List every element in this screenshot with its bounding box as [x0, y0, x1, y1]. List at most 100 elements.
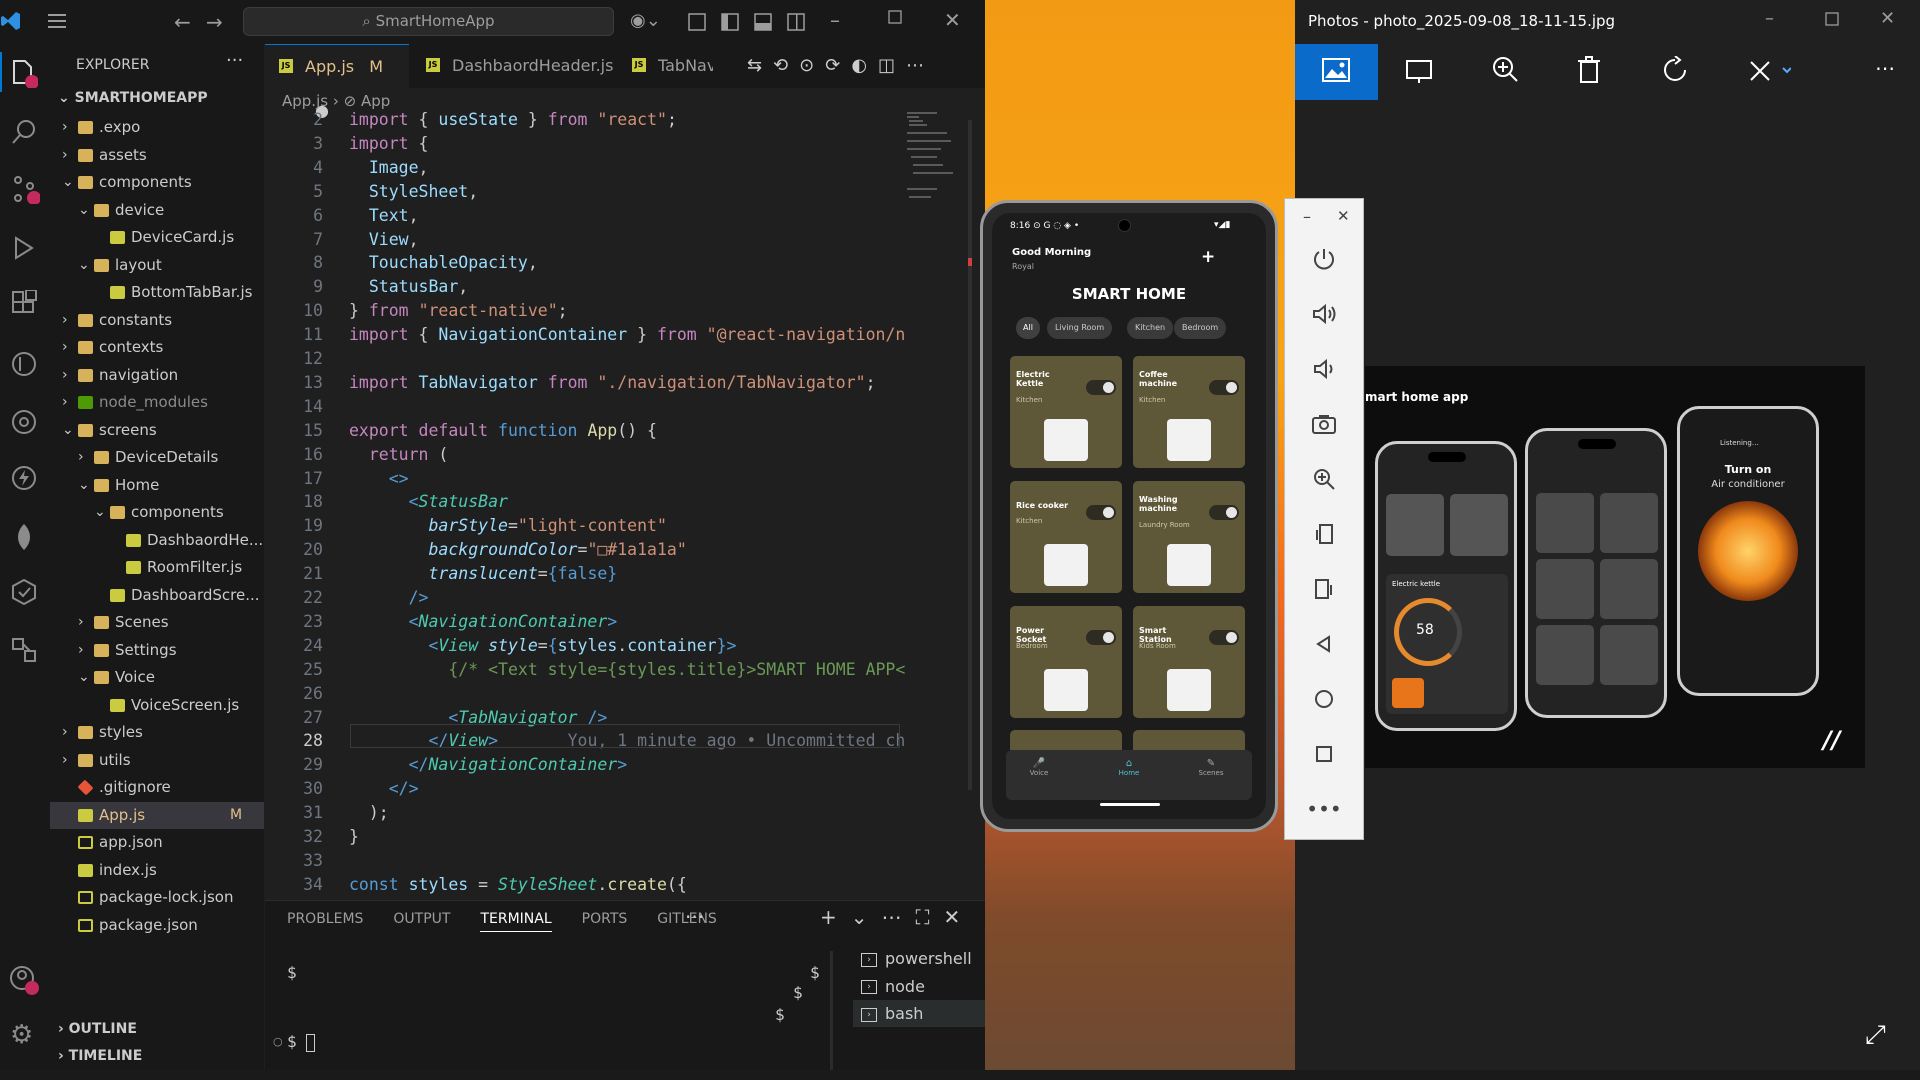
rotate-left-icon[interactable]: [1285, 514, 1363, 554]
workspace-root[interactable]: ⌄ SMARTHOMEAPP: [58, 90, 208, 106]
home-icon[interactable]: [1285, 679, 1363, 719]
volume-up-icon[interactable]: [1285, 294, 1363, 334]
tab-home[interactable]: ⌂ Home: [1114, 758, 1144, 777]
terminal-instance[interactable]: › powershell: [853, 945, 985, 972]
photos-close-icon[interactable]: ✕: [1880, 8, 1895, 29]
tree-file[interactable]: .gitignore: [50, 774, 264, 801]
outline-section[interactable]: › OUTLINE: [58, 1021, 137, 1037]
tree-folder[interactable]: ⌄ Voice: [50, 664, 264, 691]
device-card[interactable]: Washing machine Laundry Room: [1133, 481, 1245, 593]
breadcrumb-file[interactable]: App.js: [282, 92, 328, 110]
filter-chip-bedroom[interactable]: Bedroom: [1174, 317, 1227, 339]
editor-scrollbar[interactable]: [968, 120, 972, 790]
panel-tab-ports[interactable]: PORTS: [582, 911, 628, 932]
panel-more-icon[interactable]: ···: [685, 905, 704, 929]
zoom-in-icon[interactable]: [1491, 56, 1519, 84]
tree-file[interactable]: App.js M: [50, 801, 264, 829]
forward-arrow-icon[interactable]: →: [206, 10, 223, 34]
gesture-bar[interactable]: [1100, 803, 1160, 806]
filter-chip-all[interactable]: All: [1016, 317, 1040, 339]
tree-file[interactable]: RoomFilter.js: [50, 554, 264, 581]
gitlens-inspect-icon[interactable]: [10, 408, 38, 436]
tree-file[interactable]: BottomTabBar.js: [50, 279, 264, 306]
tree-folder[interactable]: ⌄ Home: [50, 472, 264, 499]
device-toggle[interactable]: [1086, 380, 1116, 395]
device-card[interactable]: Smart Station Kids Room: [1133, 606, 1245, 718]
explorer-files-icon[interactable]: [8, 58, 38, 88]
tree-folder[interactable]: › styles: [50, 719, 264, 746]
thunder-icon[interactable]: [10, 464, 38, 492]
tree-folder[interactable]: ⌄ device: [50, 197, 264, 224]
tab-app-js[interactable]: JS App.js M ●: [265, 44, 409, 120]
tree-folder[interactable]: › constants: [50, 307, 264, 334]
tree-file[interactable]: app.json: [50, 829, 264, 856]
device-toggle[interactable]: [1209, 380, 1239, 395]
edit-icon[interactable]: [1747, 56, 1791, 84]
rotate-right-icon[interactable]: [1285, 569, 1363, 609]
gitlens-icon[interactable]: [10, 350, 38, 378]
settings-gear-icon[interactable]: ⚙: [10, 1020, 33, 1050]
remote-explorer-icon[interactable]: [10, 636, 38, 664]
tree-folder[interactable]: ⌄ screens: [50, 417, 264, 444]
tree-folder[interactable]: › node_modules: [50, 389, 264, 416]
rotate-icon[interactable]: [1661, 56, 1689, 84]
tree-folder[interactable]: ⌄ components: [50, 169, 264, 196]
zoom-icon[interactable]: [1285, 459, 1363, 499]
timeline-section[interactable]: › TIMELINE: [58, 1048, 142, 1064]
tree-folder[interactable]: ⌄ layout: [50, 252, 264, 279]
device-toggle[interactable]: [1086, 630, 1116, 645]
terminal-instance[interactable]: › node: [853, 973, 985, 1000]
breadcrumb[interactable]: App.js › ⊘ App: [282, 92, 390, 110]
emulator-more-icon[interactable]: •••: [1285, 789, 1363, 829]
fullscreen-icon[interactable]: ⤢: [1865, 1020, 1886, 1051]
testing-icon[interactable]: [10, 578, 38, 606]
photos-minimize-icon[interactable]: –: [1765, 8, 1774, 29]
tree-folder[interactable]: ⌄ components: [50, 499, 264, 526]
account-icon[interactable]: [8, 964, 40, 996]
back-arrow-icon[interactable]: ←: [174, 10, 191, 34]
copilot-icon[interactable]: ◉⌄: [630, 10, 661, 31]
panel-actions[interactable]: +⌄⋯⛶✕: [820, 905, 974, 929]
more-options-icon[interactable]: ⋯: [1875, 56, 1895, 80]
tree-folder[interactable]: › navigation: [50, 362, 264, 389]
tab-scenes[interactable]: ✎ Scenes: [1194, 758, 1228, 777]
device-toggle[interactable]: [1209, 505, 1239, 520]
tree-file[interactable]: VoiceScreen.js: [50, 692, 264, 719]
more-actions-icon[interactable]: ···: [226, 50, 243, 71]
filter-chip-kitchen[interactable]: Kitchen: [1127, 317, 1174, 339]
camera-icon[interactable]: [1285, 404, 1363, 444]
terminal-instance[interactable]: › bash: [853, 1000, 985, 1027]
maximize-icon[interactable]: [888, 10, 902, 24]
tree-folder[interactable]: › .expo: [50, 114, 264, 141]
tab-voice[interactable]: 🎤 Voice: [1024, 758, 1054, 777]
device-card[interactable]: Coffee machine Kitchen: [1133, 356, 1245, 468]
emulator-minimize-icon[interactable]: –: [1303, 207, 1311, 226]
editor-actions[interactable]: ⇆⟲⊙⟳◐◫⋯: [747, 55, 935, 76]
terminal-input-line[interactable]: $: [287, 1032, 316, 1052]
tree-folder[interactable]: › Scenes: [50, 609, 264, 636]
device-toggle[interactable]: [1209, 630, 1239, 645]
tab-dashboard-header[interactable]: JS DashbaordHeader.js: [412, 44, 613, 88]
panel-tab-output[interactable]: OUTPUT: [393, 911, 450, 932]
tree-file[interactable]: package-lock.json: [50, 884, 264, 911]
tree-file[interactable]: package.json: [50, 912, 264, 939]
tab-tab-navigator[interactable]: JS TabNavig: [618, 44, 713, 88]
power-icon[interactable]: [1285, 239, 1363, 279]
tree-file[interactable]: index.js: [50, 857, 264, 884]
tree-folder[interactable]: › contexts: [50, 334, 264, 361]
photos-maximize-icon[interactable]: [1825, 12, 1839, 26]
view-image-button[interactable]: [1295, 44, 1378, 100]
slideshow-icon[interactable]: [1405, 58, 1433, 84]
panel-tab-terminal[interactable]: TERMINAL: [480, 911, 552, 932]
code-editor[interactable]: 2 import { useState } from "react"; 3 impor…: [265, 110, 905, 900]
device-card[interactable]: Power Socket Bedroom: [1010, 606, 1122, 718]
search-icon[interactable]: [10, 118, 38, 146]
command-center-search[interactable]: ⌕ SmartHomeApp: [243, 7, 614, 36]
close-icon[interactable]: ✕: [944, 8, 961, 32]
emulator-close-icon[interactable]: ✕: [1337, 207, 1350, 225]
device-toggle[interactable]: [1086, 505, 1116, 520]
breadcrumb-symbol[interactable]: App: [361, 92, 390, 110]
delete-icon[interactable]: [1577, 56, 1601, 84]
minimap[interactable]: [905, 110, 970, 900]
panel-tab-problems[interactable]: PROBLEMS: [287, 911, 363, 932]
